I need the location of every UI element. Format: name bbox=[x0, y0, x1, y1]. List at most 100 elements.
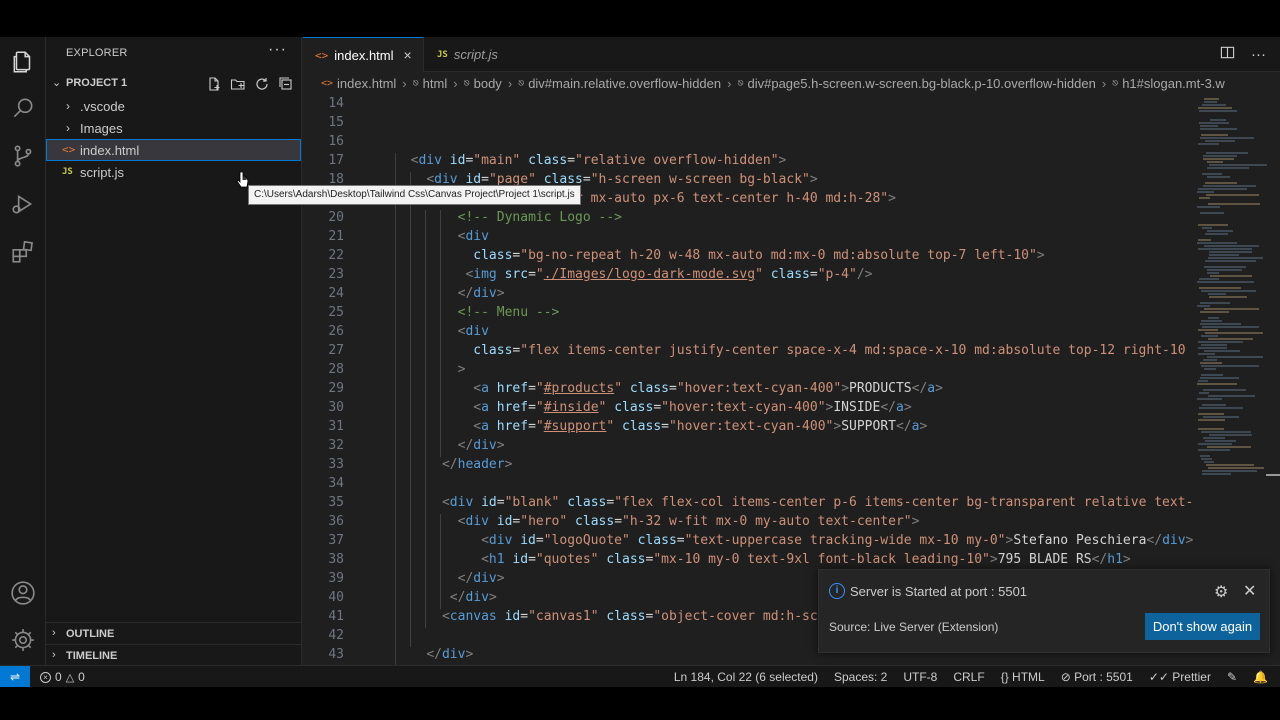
js-file-icon: JS bbox=[437, 49, 448, 60]
dont-show-again-button[interactable]: Don't show again bbox=[1145, 613, 1260, 640]
breadcrumb-item[interactable]: ⎋ div#page5.h-screen.w-screen.bg-black.p-… bbox=[737, 76, 1095, 91]
minimap-line bbox=[1210, 119, 1226, 121]
more-actions-icon[interactable]: ··· bbox=[1251, 46, 1266, 63]
breadcrumb-separator-icon: › bbox=[507, 75, 513, 91]
close-icon[interactable]: × bbox=[404, 47, 412, 63]
double-check-icon: ✓✓ bbox=[1148, 670, 1169, 684]
tree-item-label: Images bbox=[80, 121, 123, 136]
search-icon[interactable] bbox=[0, 85, 46, 131]
code-text: <div id="hero" class="h-32 w-fit mx-0 my… bbox=[457, 514, 920, 529]
minimap-line bbox=[1197, 383, 1237, 385]
extensions-icon[interactable] bbox=[0, 229, 46, 275]
project-folder-header[interactable]: ⌄ PROJECT 1 bbox=[46, 73, 301, 95]
minimap-line bbox=[1207, 272, 1219, 274]
minimap-line bbox=[1198, 188, 1247, 190]
line-number: 20 bbox=[328, 210, 344, 225]
status-right: Ln 184, Col 22 (6 selected) Spaces: 2 UT… bbox=[674, 666, 1268, 688]
prettier-status[interactable]: ✓✓ Prettier bbox=[1149, 670, 1211, 684]
feedback-icon[interactable]: ✎ bbox=[1227, 670, 1237, 684]
scrollbar-marker bbox=[1266, 474, 1280, 476]
tree-item-label: script.js bbox=[80, 165, 125, 180]
problems-indicator[interactable]: × 0 △ 0 bbox=[40, 670, 85, 684]
code-line: 28 > bbox=[303, 362, 1193, 381]
breadcrumb-item[interactable]: ⎋ html bbox=[413, 76, 448, 91]
collapse-all-icon[interactable] bbox=[277, 75, 295, 93]
explorer-icon[interactable] bbox=[0, 39, 46, 85]
tab-index-html[interactable]: <> index.html × bbox=[303, 37, 424, 72]
tree-file-script-js[interactable]: JS script.js bbox=[46, 161, 301, 183]
tree-folder-vscode[interactable]: › .vscode bbox=[46, 95, 301, 117]
minimap-line bbox=[1200, 455, 1210, 457]
tree-file-index-html[interactable]: <> index.html bbox=[46, 139, 301, 161]
line-number: 31 bbox=[328, 419, 344, 434]
timeline-section[interactable]: › TIMELINE bbox=[46, 644, 301, 666]
indentation[interactable]: Spaces: 2 bbox=[834, 670, 887, 684]
gear-icon[interactable]: ⚙ bbox=[1214, 582, 1228, 602]
element-icon: ⎋ bbox=[463, 77, 470, 89]
new-folder-icon[interactable] bbox=[229, 75, 247, 93]
breadcrumb-item[interactable]: ⎋ body bbox=[464, 76, 502, 91]
minimap-line bbox=[1210, 275, 1252, 277]
code-text: class="bg-no-repeat h-20 w-48 mx-auto md… bbox=[473, 248, 1045, 263]
line-number: 23 bbox=[328, 267, 344, 282]
minimap-line bbox=[1207, 269, 1242, 271]
line-number: 15 bbox=[328, 115, 344, 130]
notification-toast: i Server is Started at port : 5501 ⚙ ✕ S… bbox=[818, 569, 1270, 653]
minimap-line bbox=[1200, 302, 1230, 304]
no-entry-icon: ⊘ bbox=[1060, 670, 1071, 684]
line-number: 29 bbox=[328, 381, 344, 396]
remote-indicator-icon[interactable]: ⇌ bbox=[0, 666, 30, 688]
minimap-line bbox=[1204, 101, 1217, 103]
line-number: 14 bbox=[328, 96, 344, 111]
new-file-icon[interactable] bbox=[205, 75, 223, 93]
breadcrumb-item[interactable]: <> index.html bbox=[321, 76, 396, 91]
minimap-line bbox=[1204, 368, 1216, 370]
line-number: 26 bbox=[328, 324, 344, 339]
minimap-line bbox=[1198, 419, 1225, 421]
minimap-line bbox=[1202, 173, 1222, 175]
element-icon: ⎋ bbox=[737, 77, 744, 89]
js-file-icon: JS bbox=[62, 167, 73, 177]
notifications-bell-icon[interactable]: 🔔 bbox=[1253, 670, 1268, 684]
prettier-label: Prettier bbox=[1172, 670, 1211, 684]
settings-gear-icon[interactable] bbox=[0, 617, 46, 663]
breadcrumb-label: body bbox=[473, 75, 502, 91]
refresh-icon[interactable] bbox=[253, 75, 271, 93]
tab-label: script.js bbox=[453, 47, 498, 62]
line-number: 30 bbox=[328, 400, 344, 415]
tree-folder-images[interactable]: › Images bbox=[46, 117, 301, 139]
minimap-line bbox=[1208, 338, 1253, 340]
live-server-port[interactable]: ⊘ Port : 5501 bbox=[1061, 670, 1133, 684]
more-actions-icon[interactable]: ··· bbox=[268, 41, 287, 59]
line-number: 24 bbox=[328, 286, 344, 301]
breadcrumb-separator-icon: › bbox=[727, 75, 732, 91]
vscode-window: EXPLORER ··· ⌄ PROJECT 1 › .vscode › Ima… bbox=[0, 37, 1280, 688]
language-mode[interactable]: {} HTML bbox=[1001, 670, 1045, 684]
chevron-right-icon: › bbox=[52, 627, 56, 639]
outline-label: OUTLINE bbox=[66, 628, 115, 640]
minimap-line bbox=[1209, 251, 1252, 253]
code-line: 22 class="bg-no-repeat h-20 w-48 mx-auto… bbox=[303, 248, 1193, 267]
run-debug-icon[interactable] bbox=[0, 181, 46, 227]
tab-script-js[interactable]: JS script.js bbox=[425, 37, 530, 72]
account-icon[interactable] bbox=[0, 570, 46, 616]
line-ending[interactable]: CRLF bbox=[953, 670, 984, 684]
encoding[interactable]: UTF-8 bbox=[903, 670, 937, 684]
breadcrumb-item[interactable]: ⎋ div#main.relative.overflow-hidden bbox=[518, 76, 721, 91]
breadcrumb-separator-icon: › bbox=[1101, 75, 1107, 91]
close-icon[interactable]: ✕ bbox=[1243, 581, 1256, 601]
source-control-icon[interactable] bbox=[0, 133, 46, 179]
status-bar: ⇌ × 0 △ 0 Ln 184, Col 22 (6 selected) Sp… bbox=[0, 665, 1280, 688]
code-line: 37 <div id="logoQuote" class="text-upper… bbox=[303, 533, 1193, 552]
minimap-line bbox=[1198, 413, 1224, 415]
minimap-line bbox=[1198, 449, 1230, 451]
minimap-line bbox=[1204, 98, 1219, 100]
cursor-position[interactable]: Ln 184, Col 22 (6 selected) bbox=[674, 670, 818, 684]
minimap-line bbox=[1197, 206, 1220, 208]
breadcrumb-item[interactable]: ⎋ h1#slogan.mt-3.w bbox=[1112, 76, 1225, 91]
minimap-line bbox=[1200, 212, 1224, 214]
outline-section[interactable]: › OUTLINE bbox=[46, 622, 301, 644]
code-text: class="flex items-center justify-center … bbox=[473, 343, 1193, 358]
code-text: <div bbox=[457, 229, 489, 244]
split-editor-icon[interactable] bbox=[1220, 45, 1235, 64]
